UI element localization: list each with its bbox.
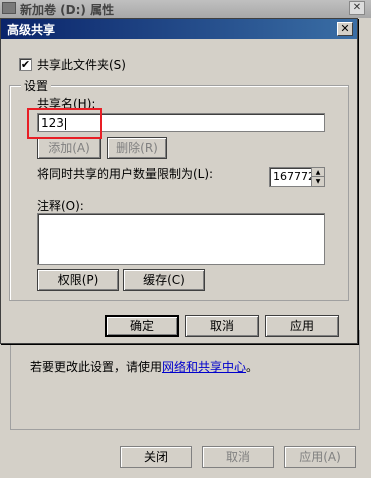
- parent-info-suffix: 。: [246, 360, 259, 374]
- remove-share-button[interactable]: 删除(R): [107, 137, 167, 159]
- comments-label: 注释(O):: [37, 199, 84, 213]
- spin-down-icon[interactable]: ▼: [312, 177, 324, 186]
- text-caret: [64, 117, 66, 130]
- parent-close-button[interactable]: ✕: [349, 1, 365, 15]
- settings-legend: 设置: [21, 77, 52, 94]
- apply-button[interactable]: 应用: [265, 315, 339, 337]
- advanced-sharing-dialog: 高级共享 ✕ ✔ 共享此文件夹(S) 设置 共享名(H): 123 添加(A) …: [0, 18, 358, 344]
- share-name-label: 共享名(H):: [37, 97, 96, 111]
- share-name-input[interactable]: 123: [37, 113, 325, 132]
- dialog-close-button[interactable]: ✕: [337, 22, 353, 36]
- add-share-button[interactable]: 添加(A): [37, 137, 101, 159]
- parent-info-prefix: 若要更改此设置，请使用: [30, 360, 163, 374]
- parent-cancel-button[interactable]: 取消: [202, 446, 274, 468]
- share-folder-checkbox[interactable]: ✔: [19, 58, 32, 71]
- spinner-arrows[interactable]: ▲ ▼: [311, 168, 324, 186]
- dialog-title: 高级共享: [7, 23, 56, 37]
- parent-network-group: [10, 330, 360, 430]
- parent-close-button-bottom[interactable]: 关闭: [120, 446, 192, 468]
- user-limit-label: 将同时共享的用户数量限制为(L):: [37, 167, 214, 181]
- drive-icon: [2, 2, 16, 14]
- parent-titlebar: 新加卷 (D:) 属性 ✕: [0, 0, 371, 18]
- user-limit-spinner[interactable]: 167772 ▲ ▼: [269, 167, 325, 187]
- ok-button[interactable]: 确定: [105, 315, 179, 337]
- share-name-value: 123: [41, 116, 64, 130]
- caching-button[interactable]: 缓存(C): [123, 269, 205, 291]
- parent-info-text: 若要更改此设置，请使用网络和共享中心。: [30, 358, 258, 375]
- parent-window-title: 新加卷 (D:) 属性: [20, 3, 115, 17]
- permissions-button[interactable]: 权限(P): [37, 269, 119, 291]
- spin-up-icon[interactable]: ▲: [312, 168, 324, 177]
- share-folder-row[interactable]: ✔ 共享此文件夹(S): [19, 56, 126, 73]
- comments-textarea[interactable]: [37, 213, 325, 265]
- share-folder-label: 共享此文件夹(S): [37, 58, 126, 72]
- dialog-titlebar: 高级共享 ✕: [1, 19, 357, 39]
- cancel-button[interactable]: 取消: [185, 315, 259, 337]
- parent-apply-button[interactable]: 应用(A): [284, 446, 356, 468]
- network-sharing-center-link[interactable]: 网络和共享中心: [162, 360, 246, 374]
- user-limit-value: 167772: [273, 170, 315, 183]
